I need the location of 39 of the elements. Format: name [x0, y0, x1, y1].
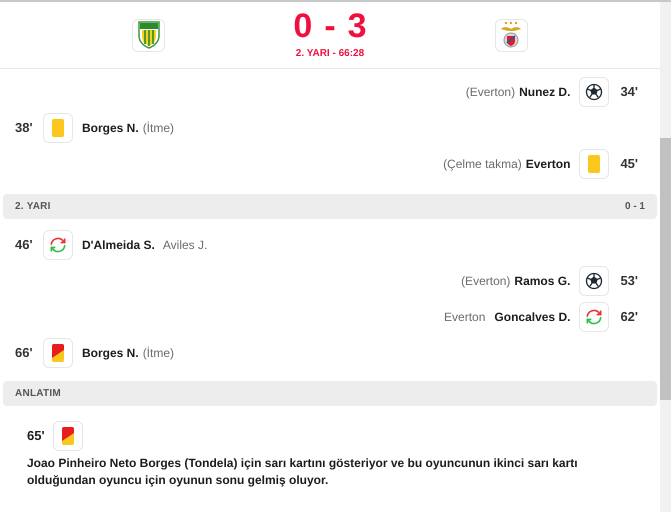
event-detail: (Çelme takma) [443, 156, 522, 173]
event-minute: 53' [620, 272, 638, 290]
event-detail: (Everton) [466, 84, 516, 101]
player-name: Nunez D. [519, 84, 570, 101]
event-minute: 34' [620, 83, 638, 102]
event-detail: (İtme) [142, 345, 174, 362]
second-booking-card-icon [52, 421, 83, 451]
event-detail: Everton [444, 309, 486, 326]
player-name: Ramos G. [514, 273, 570, 290]
event-detail: (İtme) [142, 120, 174, 137]
event-minute: 66' [15, 344, 34, 362]
event-minute: 62' [620, 308, 638, 326]
booking-card-icon [579, 149, 610, 179]
player-name: Everton [526, 156, 570, 173]
away-score: 3 [348, 6, 367, 46]
commentary-text: Joao Pinheiro Neto Borges (Tondela) için sarı kartını gösteriyor ve bu oyuncunun ikinci sarı kartı olduğundan oyuncu için oyunun sonu gelmiş oluyor. [27, 455, 579, 489]
commentary-minute: 65' [27, 427, 45, 446]
player-name: Borges N. [82, 120, 139, 137]
booking-card-icon [43, 113, 73, 143]
substitution-icon [43, 230, 73, 260]
event-detail: (Everton) [461, 273, 510, 290]
home-score: 0 [293, 6, 312, 46]
away-crest-icon [499, 21, 524, 49]
home-crest-icon [138, 21, 160, 49]
section-title: 2. YARI [15, 200, 51, 214]
event-minute: 38' [15, 119, 34, 138]
event-minute: 45' [620, 155, 638, 174]
player-name: Goncalves D. [494, 309, 570, 326]
event-detail: Aviles J. [162, 237, 208, 254]
match-status: 2. YARI - 66:28 [296, 46, 364, 60]
score-separator: - [324, 6, 336, 46]
event-minute: 46' [15, 236, 34, 254]
player-name: Borges N. [82, 345, 139, 362]
section-title: ANLATIM [15, 387, 61, 401]
section-score: 0 - 1 [624, 200, 645, 214]
scrollbar[interactable] [660, 2, 671, 512]
player-name: D'Almeida S. [82, 237, 155, 254]
substitution-icon [579, 302, 610, 332]
second-booking-card-icon [43, 338, 73, 368]
